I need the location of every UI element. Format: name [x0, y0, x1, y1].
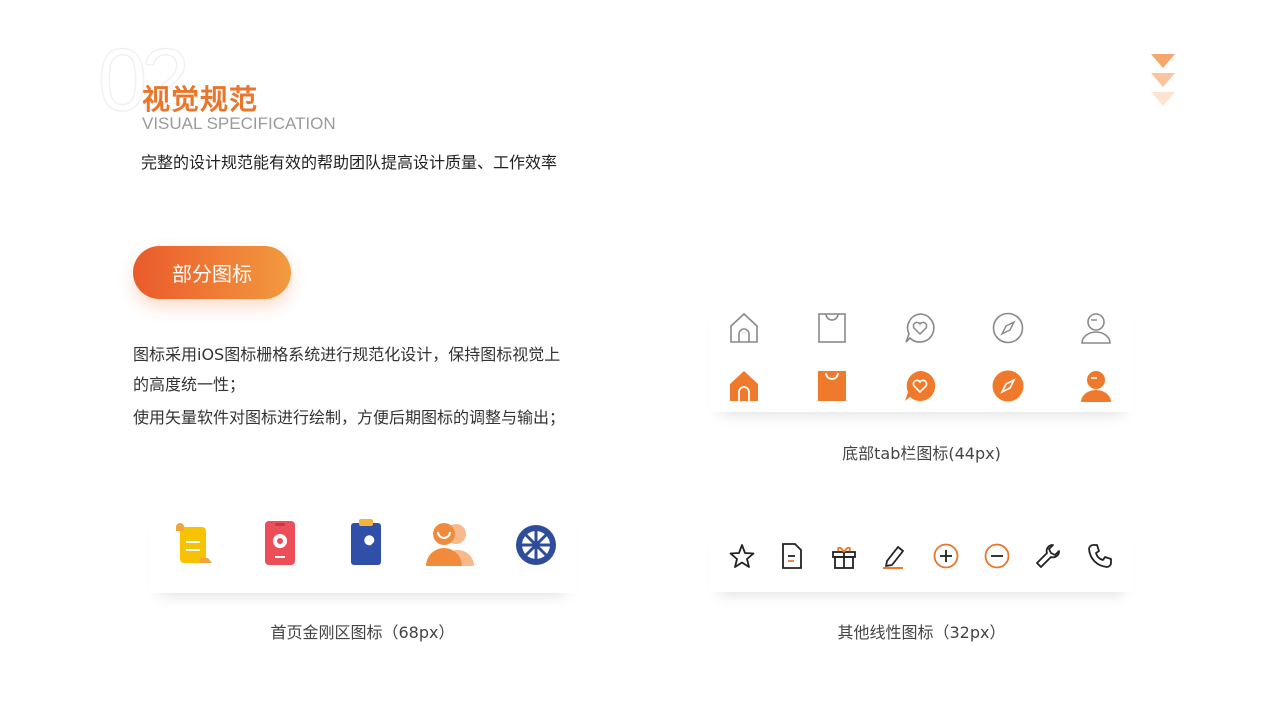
page-title: 视觉规范 — [142, 83, 259, 116]
description-line-1: 图标采用iOS图标栅格系统进行规范化设计，保持图标视觉上 — [133, 345, 561, 364]
line-icons-caption: 其他线性图标（32px） — [837, 623, 1006, 642]
bag-outline-icon — [812, 308, 852, 348]
star-icon — [722, 536, 762, 576]
tab-icons-caption: 底部tab栏图标(44px) — [842, 444, 1001, 463]
user-filled-icon — [1076, 366, 1116, 406]
document-icon — [772, 536, 812, 576]
chat-heart-outline-icon — [900, 308, 940, 348]
wrench-icon — [1028, 536, 1068, 576]
triangle-decor-2 — [1151, 73, 1175, 87]
home-icons-caption: 首页金刚区图标（68px） — [270, 623, 455, 642]
wheel-icon — [514, 523, 558, 567]
compass-outline-icon — [988, 308, 1028, 348]
triangle-decor-1 — [1151, 54, 1175, 68]
description-line-3: 使用矢量软件对图标进行绘制，方便后期图标的调整与输出； — [133, 408, 566, 427]
page-title-english: VISUAL SPECIFICATION — [142, 114, 336, 133]
phone-icon — [1080, 536, 1120, 576]
home-icons-card — [150, 505, 575, 593]
section-tag: 部分图标 — [133, 246, 291, 299]
pen-icon — [874, 536, 914, 576]
users-icon — [426, 519, 474, 567]
plus-circle-icon — [926, 536, 966, 576]
phone-location-icon — [258, 521, 302, 567]
home-filled-icon — [724, 366, 764, 406]
decor-triangles — [1151, 54, 1177, 111]
tab-icons-card — [710, 300, 1133, 412]
chat-heart-filled-icon — [900, 366, 940, 406]
minus-circle-icon — [977, 536, 1017, 576]
home-outline-icon — [724, 308, 764, 348]
gift-icon — [824, 536, 864, 576]
clipboard-wrench-icon — [344, 519, 388, 567]
description-line-2: 的高度统一性； — [133, 375, 246, 394]
user-outline-icon — [1076, 308, 1116, 348]
scroll-document-icon — [172, 523, 216, 567]
triangle-decor-3 — [1151, 92, 1175, 106]
bag-filled-icon — [812, 366, 852, 406]
compass-filled-icon — [988, 366, 1028, 406]
line-icons-card — [710, 520, 1133, 592]
page-subtitle: 完整的设计规范能有效的帮助团队提高设计质量、工作效率 — [141, 153, 558, 172]
